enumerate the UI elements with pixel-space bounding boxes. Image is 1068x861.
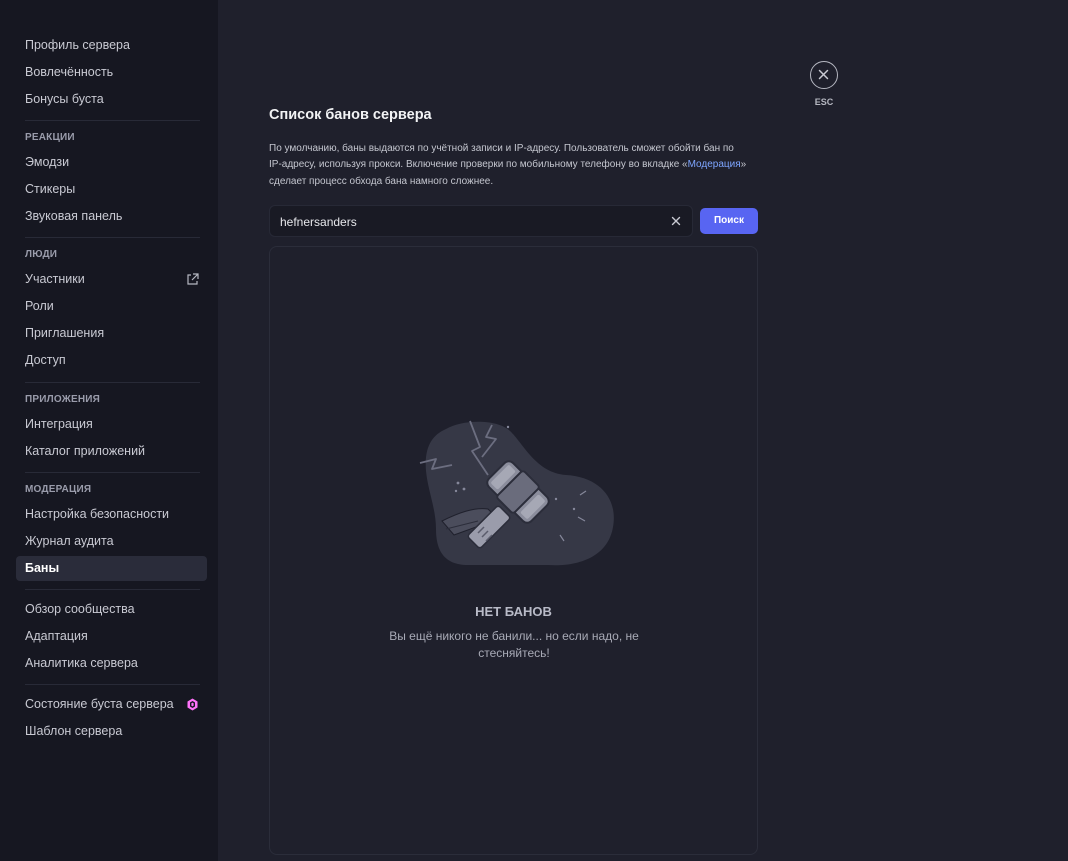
sidebar-item-boost-status[interactable]: Состояние буста сервера	[16, 692, 207, 717]
sidebar-item-roles[interactable]: Роли	[16, 294, 207, 319]
sidebar-item-access[interactable]: Доступ	[16, 348, 207, 373]
sidebar-item-stickers[interactable]: Стикеры	[16, 177, 207, 202]
ban-hammer-illustration	[419, 420, 614, 566]
close-button[interactable]	[810, 61, 838, 89]
esc-label: ESC	[814, 97, 834, 107]
sidebar-item-emoji[interactable]: Эмодзи	[16, 150, 207, 175]
section-heading-people: ЛЮДИ	[25, 249, 58, 260]
sidebar-item-boost-perks[interactable]: Бонусы буста	[16, 87, 207, 112]
clear-icon[interactable]	[670, 215, 682, 227]
sidebar-item-bans[interactable]: Баны	[16, 556, 207, 581]
divider	[25, 472, 200, 473]
sidebar-item-server-insights[interactable]: Аналитика сервера	[16, 651, 207, 676]
section-heading-reactions: РЕАКЦИИ	[25, 132, 75, 143]
main-content: Список банов сервера По умолчанию, баны …	[218, 0, 1068, 861]
divider	[25, 684, 200, 685]
sidebar-item-community-overview[interactable]: Обзор сообщества	[16, 597, 207, 622]
page-title: Список банов сервера	[269, 107, 432, 123]
empty-state-title: НЕТ БАНОВ	[475, 604, 552, 619]
divider	[25, 237, 200, 238]
sidebar-item-engagement[interactable]: Вовлечённость	[16, 60, 207, 85]
sidebar-item-server-profile[interactable]: Профиль сервера	[16, 33, 207, 58]
bans-list-panel: НЕТ БАНОВ Вы ещё никого не банили... но …	[269, 246, 758, 855]
sidebar-item-soundboard[interactable]: Звуковая панель	[16, 204, 207, 229]
external-link-icon	[187, 273, 199, 285]
moderation-link[interactable]: Модерация	[688, 159, 741, 170]
page-description: По умолчанию, баны выдаются по учётной з…	[269, 141, 749, 190]
sidebar-item-label: Состояние буста сервера	[25, 697, 174, 711]
sidebar-item-label: Участники	[25, 272, 85, 286]
sidebar-item-invites[interactable]: Приглашения	[16, 321, 207, 346]
sidebar-item-integrations[interactable]: Интеграция	[16, 412, 207, 437]
description-text: По умолчанию, баны выдаются по учётной з…	[269, 143, 734, 171]
empty-state-text: Вы ещё никого не банили... но если надо,…	[389, 629, 639, 660]
section-heading-apps: ПРИЛОЖЕНИЯ	[25, 394, 101, 405]
sidebar-item-audit-log[interactable]: Журнал аудита	[16, 529, 207, 554]
sidebar-item-safety-setup[interactable]: Настройка безопасности	[16, 502, 207, 527]
sidebar-item-members[interactable]: Участники	[16, 267, 207, 292]
divider	[25, 120, 200, 121]
search-input-value[interactable]: hefnersanders	[280, 215, 357, 229]
boost-gem-icon	[187, 698, 198, 711]
divider	[25, 589, 200, 590]
ban-search-input[interactable]: hefnersanders	[269, 205, 693, 237]
sidebar-item-server-template[interactable]: Шаблон сервера	[16, 719, 207, 744]
search-button[interactable]: Поиск	[700, 208, 758, 234]
section-heading-moderation: МОДЕРАЦИЯ	[25, 484, 92, 495]
close-icon	[818, 69, 829, 80]
sidebar-item-onboarding[interactable]: Адаптация	[16, 624, 207, 649]
settings-sidebar: Профиль сервера Вовлечённость Бонусы бус…	[0, 0, 218, 861]
divider	[25, 382, 200, 383]
sidebar-item-app-directory[interactable]: Каталог приложений	[16, 439, 207, 464]
